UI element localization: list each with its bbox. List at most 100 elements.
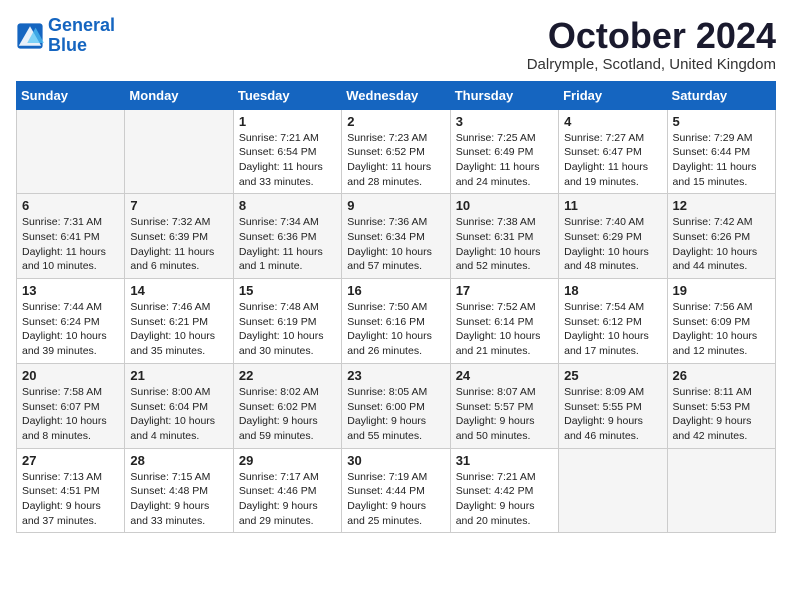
calendar-cell: 11Sunrise: 7:40 AMSunset: 6:29 PMDayligh… [559,194,667,279]
day-info-line: and 6 minutes. [130,259,227,274]
day-number: 19 [673,283,770,298]
day-number: 18 [564,283,661,298]
day-info-line: and 46 minutes. [564,429,661,444]
day-info-line: Sunrise: 7:32 AM [130,215,227,230]
day-info-line: Daylight: 9 hours [130,499,227,514]
calendar-cell: 8 Sunrise: 7:34 AMSunset: 6:36 PMDaylight… [233,194,341,279]
day-info-line: Sunrise: 7:36 AM [347,215,444,230]
day-info-line: and 21 minutes. [456,344,553,359]
day-info-line: Daylight: 11 hours [347,160,444,175]
day-number: 12 [673,198,770,213]
calendar-cell: 10Sunrise: 7:38 AMSunset: 6:31 PMDayligh… [450,194,558,279]
calendar-cell: 15Sunrise: 7:48 AMSunset: 6:19 PMDayligh… [233,279,341,364]
calendar-cell: 31Sunrise: 7:21 AMSunset: 4:42 PMDayligh… [450,448,558,533]
day-info-line: Sunrise: 7:31 AM [22,215,119,230]
day-info-line: Sunset: 6:16 PM [347,315,444,330]
day-info-line: and 29 minutes. [239,514,336,529]
day-info-line: Daylight: 10 hours [22,414,119,429]
day-info-line: Sunset: 6:02 PM [239,400,336,415]
day-info-line: Sunset: 5:57 PM [456,400,553,415]
day-number: 17 [456,283,553,298]
calendar-cell: 9Sunrise: 7:36 AMSunset: 6:34 PMDaylight… [342,194,450,279]
day-number: 20 [22,368,119,383]
day-info-line: and 28 minutes. [347,175,444,190]
day-info-line: Sunrise: 7:27 AM [564,131,661,146]
day-info-line: Sunset: 6:21 PM [130,315,227,330]
day-info-line: and 17 minutes. [564,344,661,359]
day-number: 27 [22,453,119,468]
calendar-cell: 30Sunrise: 7:19 AMSunset: 4:44 PMDayligh… [342,448,450,533]
day-number: 29 [239,453,336,468]
day-info-line: and 12 minutes. [673,344,770,359]
logo: General Blue [16,16,115,56]
day-info-line: Daylight: 10 hours [564,329,661,344]
day-info-line: and 44 minutes. [673,259,770,274]
week-row-5: 27Sunrise: 7:13 AMSunset: 4:51 PMDayligh… [17,448,776,533]
day-info-line: and 20 minutes. [456,514,553,529]
day-info-line: Daylight: 10 hours [347,245,444,260]
day-header-monday: Monday [125,81,233,109]
day-info-line: Sunset: 6:14 PM [456,315,553,330]
day-number: 4 [564,114,661,129]
day-number: 3 [456,114,553,129]
day-info-line: and 30 minutes. [239,344,336,359]
week-row-2: 6Sunrise: 7:31 AMSunset: 6:41 PMDaylight… [17,194,776,279]
day-header-saturday: Saturday [667,81,775,109]
day-number: 22 [239,368,336,383]
day-info-line: Sunrise: 8:05 AM [347,385,444,400]
day-info-line: Daylight: 9 hours [347,414,444,429]
month-title: October 2024 [527,16,776,56]
header-row: SundayMondayTuesdayWednesdayThursdayFrid… [17,81,776,109]
day-info-line: Sunrise: 7:21 AM [456,470,553,485]
day-info-line: and 25 minutes. [347,514,444,529]
day-info-line: and 50 minutes. [456,429,553,444]
day-info-line: Sunrise: 8:07 AM [456,385,553,400]
day-number: 5 [673,114,770,129]
calendar-cell: 27Sunrise: 7:13 AMSunset: 4:51 PMDayligh… [17,448,125,533]
day-info-line: and 19 minutes. [564,175,661,190]
calendar-cell: 2Sunrise: 7:23 AMSunset: 6:52 PMDaylight… [342,109,450,194]
calendar-cell: 7Sunrise: 7:32 AMSunset: 6:39 PMDaylight… [125,194,233,279]
day-info-line: and 33 minutes. [130,514,227,529]
day-info-line: Daylight: 11 hours [239,245,336,260]
day-info-line: Sunrise: 7:15 AM [130,470,227,485]
day-info-line: Sunset: 5:55 PM [564,400,661,415]
day-info-line: Sunrise: 8:09 AM [564,385,661,400]
day-info-line: Sunrise: 7:52 AM [456,300,553,315]
calendar-table: SundayMondayTuesdayWednesdayThursdayFrid… [16,81,776,534]
day-number: 26 [673,368,770,383]
day-number: 9 [347,198,444,213]
day-info-line: Daylight: 11 hours [456,160,553,175]
calendar-cell: 24Sunrise: 8:07 AMSunset: 5:57 PMDayligh… [450,363,558,448]
week-row-4: 20Sunrise: 7:58 AMSunset: 6:07 PMDayligh… [17,363,776,448]
day-info-line: and 33 minutes. [239,175,336,190]
day-info-line: and 4 minutes. [130,429,227,444]
day-info-line: Daylight: 11 hours [130,245,227,260]
location-subtitle: Dalrymple, Scotland, United Kingdom [527,56,776,73]
day-info-line: Sunrise: 7:38 AM [456,215,553,230]
day-info-line: Sunset: 6:39 PM [130,230,227,245]
calendar-cell: 29Sunrise: 7:17 AMSunset: 4:46 PMDayligh… [233,448,341,533]
day-info-line: Daylight: 11 hours [239,160,336,175]
calendar-cell: 19Sunrise: 7:56 AMSunset: 6:09 PMDayligh… [667,279,775,364]
day-number: 8 [239,198,336,213]
day-number: 16 [347,283,444,298]
day-info-line: and 55 minutes. [347,429,444,444]
day-info-line: Sunset: 6:36 PM [239,230,336,245]
calendar-cell: 16Sunrise: 7:50 AMSunset: 6:16 PMDayligh… [342,279,450,364]
day-info-line: and 15 minutes. [673,175,770,190]
day-info-line: Sunrise: 7:46 AM [130,300,227,315]
day-info-line: and 59 minutes. [239,429,336,444]
day-info-line: Sunrise: 7:19 AM [347,470,444,485]
day-info-line: Sunset: 6:49 PM [456,145,553,160]
day-info-line: Sunrise: 7:34 AM [239,215,336,230]
day-info-line: Daylight: 10 hours [456,245,553,260]
day-info-line: Sunset: 6:04 PM [130,400,227,415]
calendar-cell [667,448,775,533]
day-info-line: Sunset: 6:26 PM [673,230,770,245]
day-info-line: Sunset: 6:41 PM [22,230,119,245]
day-info-line: Sunrise: 8:00 AM [130,385,227,400]
day-info-line: Sunrise: 7:29 AM [673,131,770,146]
day-info-line: Sunrise: 7:48 AM [239,300,336,315]
calendar-cell: 14Sunrise: 7:46 AMSunset: 6:21 PMDayligh… [125,279,233,364]
